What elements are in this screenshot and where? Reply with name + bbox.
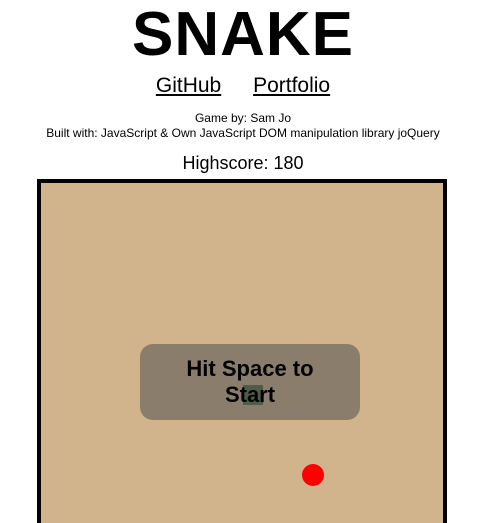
highscore: Highscore: 180 [182, 153, 304, 173]
game-board[interactable]: Hit Space to Start [37, 179, 447, 523]
credits: Game by: Sam Jo Built with: JavaScript &… [0, 111, 486, 141]
github-link[interactable]: GitHub [156, 74, 221, 97]
food-dot [302, 464, 324, 486]
nav-links: GitHub Portfolio [0, 72, 486, 100]
start-overlay: Hit Space to Start [140, 344, 360, 420]
start-prompt: Hit Space to Start [186, 356, 314, 407]
portfolio-link[interactable]: Portfolio [253, 74, 330, 97]
built-with-credit: Built with: JavaScript & Own JavaScript … [46, 126, 440, 140]
author-credit: Game by: Sam Jo [194, 111, 292, 125]
game-title: SNAKE [131, 0, 355, 69]
